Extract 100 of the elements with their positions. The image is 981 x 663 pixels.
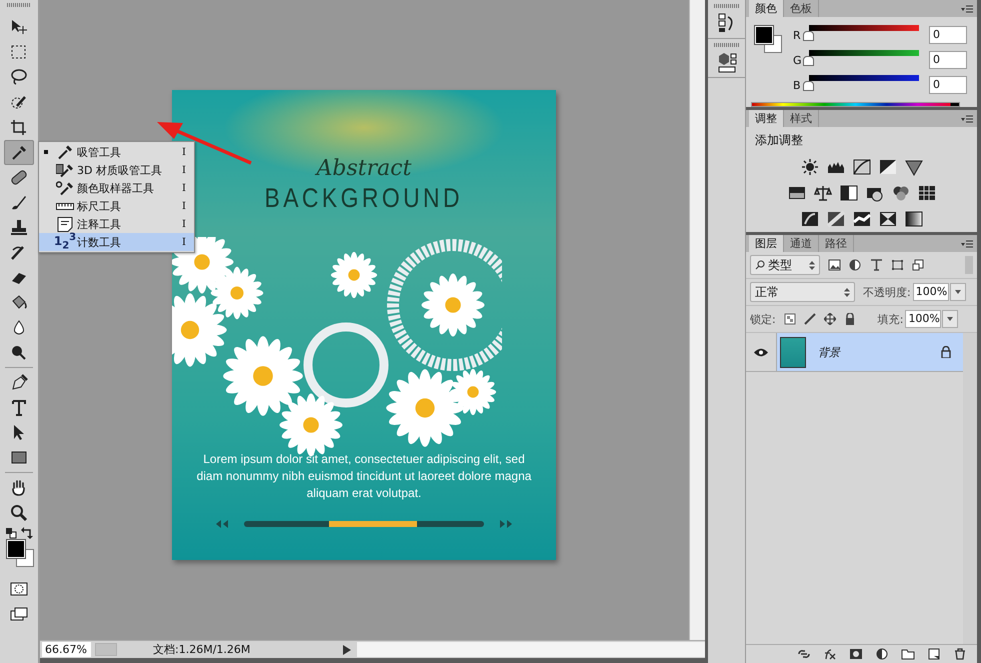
blend-mode-dropdown[interactable]: 正常 — [750, 282, 855, 302]
layer-thumbnail — [780, 336, 806, 368]
updown-caret-icon — [809, 260, 815, 270]
lock-label: 锁定: — [750, 312, 776, 326]
adjustment-button[interactable] — [824, 208, 846, 230]
fx-icon[interactable] — [823, 648, 837, 660]
trash-icon[interactable] — [953, 648, 967, 660]
panel-tab[interactable]: 路径 — [819, 235, 854, 252]
brush-lock-icon[interactable] — [804, 313, 816, 325]
invert-icon — [800, 210, 818, 228]
move-lock-icon[interactable] — [824, 313, 836, 325]
eye-icon[interactable] — [754, 348, 768, 356]
panel-tab[interactable]: 通道 — [784, 235, 819, 252]
channel-label: R — [793, 28, 802, 42]
fill-field[interactable]: 100% — [905, 310, 942, 328]
zoom-field[interactable]: 66.67% — [42, 642, 91, 657]
padlock-icon[interactable] — [844, 313, 856, 325]
value-field[interactable]: 0 — [929, 26, 967, 44]
channel-label: B — [793, 78, 802, 92]
grip-handle[interactable] — [714, 43, 740, 47]
scroll-bar[interactable] — [689, 0, 705, 640]
folder-icon[interactable] — [901, 648, 915, 660]
brush-icon — [9, 193, 29, 212]
channel-label: G — [793, 54, 803, 66]
panel-tab[interactable]: 样式 — [784, 110, 819, 127]
dropdown-button[interactable] — [942, 310, 958, 328]
gradient-map-icon — [904, 210, 922, 228]
type-filter-icon[interactable] — [870, 259, 883, 271]
link-icon[interactable] — [797, 648, 811, 660]
panel-tab[interactable]: 颜色 — [749, 0, 784, 17]
shape-filter-icon[interactable] — [891, 259, 904, 271]
smart-object-filter-icon[interactable] — [912, 259, 925, 271]
curves-icon — [852, 158, 870, 176]
grip-handle[interactable] — [7, 3, 31, 7]
menu-item[interactable]: 颜色取样器工具 I — [39, 179, 194, 197]
tool-button[interactable] — [4, 140, 34, 165]
filter-dropdown[interactable]: 类型 — [750, 255, 820, 275]
panel-menu-icon[interactable] — [961, 240, 973, 248]
opacity-label: 不透明度: — [863, 284, 911, 300]
panel-button[interactable] — [716, 51, 736, 73]
menu-item[interactable]: 吸管工具 I — [39, 143, 194, 161]
stamp-icon — [9, 218, 29, 237]
color-swatches[interactable] — [5, 540, 33, 570]
image-filter-icon[interactable] — [828, 259, 841, 271]
menu-tool-icon — [56, 179, 74, 197]
half-circle-icon[interactable] — [875, 648, 889, 660]
play-triangle-icon[interactable] — [343, 644, 351, 654]
menu-item[interactable]: 标尺工具 I — [39, 197, 194, 215]
caret-icon — [947, 317, 954, 321]
panel-menu-icon[interactable] — [961, 4, 973, 12]
screen-mode-icon — [9, 606, 29, 622]
type-icon — [9, 398, 29, 417]
poster-title: BACKGROUND — [264, 183, 464, 214]
panel-heading: 添加调整 — [754, 132, 804, 149]
panel-tab[interactable]: 调整 — [749, 110, 784, 127]
scroll-bar[interactable] — [357, 642, 705, 657]
panel-menu-icon[interactable] — [961, 114, 973, 122]
move-icon — [9, 18, 29, 37]
grid-icon — [918, 184, 936, 202]
threshold-icon — [852, 210, 870, 228]
layer-row[interactable]: 背景 — [777, 333, 963, 371]
balance-scale-icon — [814, 184, 832, 202]
slider-thumb[interactable] — [803, 56, 814, 66]
color-circles-icon — [892, 184, 910, 202]
opacity-field[interactable]: 100% — [912, 283, 949, 301]
brightness-icon — [800, 158, 818, 176]
menu-item[interactable]: 3D 材质吸管工具 I — [39, 161, 194, 179]
menu-item[interactable]: 注释工具 I — [39, 215, 194, 233]
menu-tool-icon — [56, 202, 74, 210]
poster-script-title: Abstract — [316, 156, 412, 181]
slider-thumb[interactable] — [803, 81, 814, 91]
new-layer-icon[interactable] — [927, 648, 941, 660]
color-spectrum-bar[interactable] — [751, 102, 960, 107]
zoom-icon — [9, 503, 29, 522]
grip-handle[interactable] — [714, 4, 740, 8]
menu-tool-icon — [56, 215, 74, 233]
value-field[interactable]: 0 — [929, 76, 967, 94]
quick-mask-icon — [9, 580, 29, 596]
search-icon — [755, 260, 765, 270]
adjustment-filter-icon[interactable] — [849, 259, 862, 271]
hue-icon — [788, 184, 806, 202]
poster-body-text: Lorem ipsum dolor sit amet, consectetuer adipiscing elit, sed diam nonummy nibh euismod tincidunt ut laoreet dolore magna aliquam erat volutpat. — [196, 451, 532, 502]
filter-toggle[interactable] — [965, 256, 973, 274]
contrast-square-icon — [840, 184, 858, 202]
panel-tab[interactable]: 色板 — [784, 0, 819, 17]
updown-caret-icon — [844, 288, 850, 296]
document-size-info: 文档:1.26M/1.26M — [152, 642, 252, 657]
3d-cube-icon — [716, 51, 736, 73]
checker-lock-icon[interactable] — [784, 313, 796, 325]
caret-icon — [954, 290, 961, 294]
mask-icon[interactable] — [849, 648, 863, 660]
posterize-icon — [826, 210, 844, 228]
swap-arrow-icon[interactable] — [21, 527, 33, 539]
value-field[interactable]: 0 — [929, 51, 967, 69]
color-swatches[interactable] — [753, 26, 781, 56]
slider-thumb[interactable] — [803, 31, 814, 41]
crop-icon — [9, 118, 29, 137]
panel-tab[interactable]: 图层 — [749, 235, 784, 252]
dropdown-button[interactable] — [950, 283, 966, 301]
default-colors-icon[interactable] — [5, 527, 17, 539]
